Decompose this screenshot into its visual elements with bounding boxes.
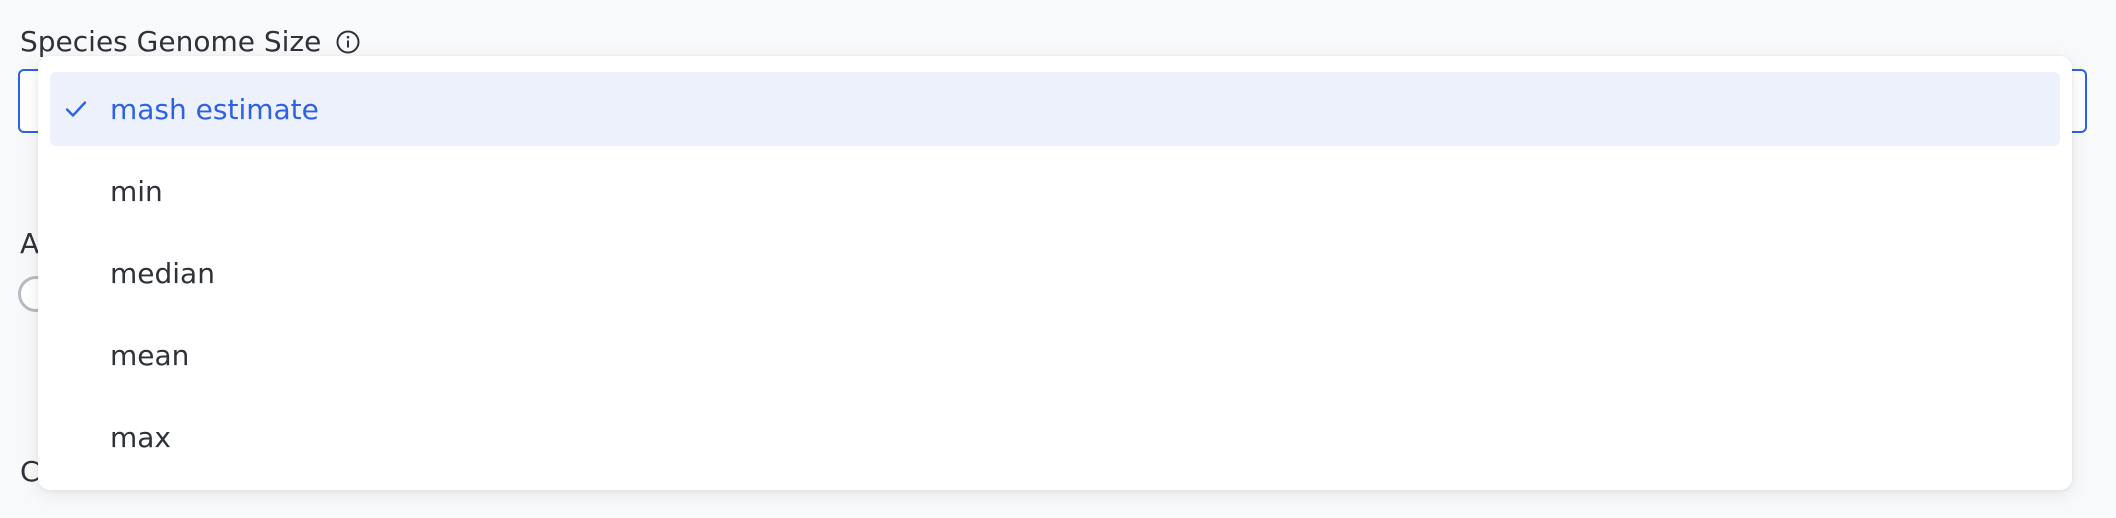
checkmark-icon [62, 95, 90, 123]
dropdown-option-label: max [110, 420, 172, 454]
dropdown-option-min[interactable]: min [50, 154, 2060, 228]
dropdown-option-median[interactable]: median [50, 236, 2060, 310]
dropdown-option-mash-estimate[interactable]: mash estimate [50, 72, 2060, 146]
info-circle-icon[interactable] [335, 29, 361, 55]
form-page: Species Genome Size A C mash estimate mi… [0, 0, 2116, 518]
dropdown-option-max[interactable]: max [50, 400, 2060, 474]
dropdown-option-label: mash estimate [110, 92, 319, 126]
dropdown-option-label: median [110, 256, 215, 290]
partially-hidden-label-c: C [20, 455, 40, 488]
genome-size-dropdown-menu: mash estimate min median mean max [38, 56, 2072, 490]
dropdown-option-mean[interactable]: mean [50, 318, 2060, 392]
dropdown-option-label: min [110, 174, 163, 208]
partially-hidden-label-a: A [20, 227, 40, 260]
dropdown-option-label: mean [110, 338, 190, 372]
